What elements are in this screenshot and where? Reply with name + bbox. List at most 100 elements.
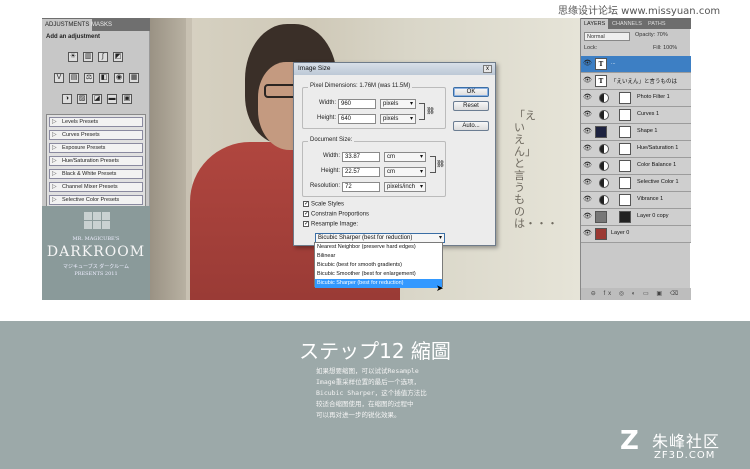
gradient-map-icon[interactable]: ▬ [107,94,117,104]
levels-icon[interactable]: ▥ [83,52,93,62]
layer-row[interactable]: 👁 Shape 1 [581,124,691,141]
tab-adjustments[interactable]: ADJUSTMENTS [42,19,93,31]
constrain-proportions-checkbox[interactable]: ✓ Constrain Proportions [303,211,369,218]
opacity-field[interactable]: Opacity: 70% [635,32,668,38]
auto-button[interactable]: Auto... [453,121,489,131]
dropdown-option-selected[interactable]: Bicubic Sharper (best for reduction) [315,279,442,288]
eye-icon[interactable]: 👁 [583,94,592,102]
dropdown-option[interactable]: Nearest Neighbor (preserve hard edges) [315,243,442,252]
height-input[interactable]: 640 [338,114,376,124]
darkroom-title: DARKROOM [46,244,146,260]
preset-item[interactable]: Hue/Saturation Presets [49,156,143,166]
fill-field[interactable]: Fill: 100% [653,45,677,51]
tab-masks[interactable]: MASKS [88,19,115,31]
close-icon[interactable]: x [483,65,492,73]
doc-height-input[interactable]: 22.57 [342,167,380,177]
preset-item[interactable]: Levels Presets [49,117,143,127]
reset-button[interactable]: Reset [453,101,489,111]
layer-row[interactable]: 👁 Curves 1 [581,107,691,124]
layer-name: Layer 0 [611,230,630,236]
layer-row[interactable]: 👁 T 「えいえん」と言うものは [581,73,691,90]
image-layer-thumbnail [595,228,607,240]
checkbox-box[interactable]: ✓ [303,211,309,217]
photo-filter-icon[interactable]: ◉ [114,73,124,83]
resolution-unit-select[interactable]: pixels/inch [384,182,426,192]
eye-icon[interactable]: 👁 [583,128,592,136]
dropdown-option[interactable]: Bicubic (best for smooth gradients) [315,261,442,270]
color-balance-icon[interactable]: ⚖ [84,73,94,83]
resolution-label: Resolution: [309,183,340,189]
site-logo: Z 朱峰社区 ZF3D.COM [620,424,748,468]
resample-image-checkbox[interactable]: ✓ Resample Image: [303,221,358,228]
layer-row[interactable]: 👁 Layer 0 [581,226,691,243]
eye-icon[interactable]: 👁 [583,145,592,153]
layers-tabs: LAYERS CHANNELS PATHS [581,18,691,29]
checkbox-box[interactable]: ✓ [303,201,309,207]
ok-button[interactable]: OK [453,87,489,97]
doc-width-label: Width: [322,153,340,159]
posterize-icon[interactable]: ▨ [77,94,87,104]
logo-en-text: ZF3D.COM [654,450,716,461]
dropdown-option[interactable]: Bicubic Smoother (best for enlargement) [315,270,442,279]
watermark-top: 思缘设计论坛 www.missyuan.com [558,6,721,17]
eye-icon[interactable]: 👁 [583,179,592,187]
preset-item[interactable]: Channel Mixer Presets [49,182,143,192]
resolution-input[interactable]: 72 [342,182,380,192]
layer-row[interactable]: 👁 T ... [581,56,691,73]
doc-width-input[interactable]: 33.87 [342,152,380,162]
preset-item[interactable]: Black & White Presets [49,169,143,179]
layer-name: Photo Filter 1 [637,94,670,100]
link-bracket [419,103,425,120]
layers-footer-icons[interactable]: ⊖ fx ◎ ◐ ▭ ▣ ⌫ [581,288,691,300]
description-line: Image重采样位置的最后一个选项， [316,378,421,386]
exposure-icon[interactable]: ◩ [113,52,123,62]
eye-icon[interactable]: 👁 [583,213,592,221]
dropdown-option[interactable]: Bilinear [315,252,442,261]
hue-saturation-icon[interactable]: ▤ [69,73,79,83]
selective-color-icon[interactable]: ▣ [122,94,132,104]
invert-icon[interactable]: ◑ [62,94,72,104]
eye-icon[interactable]: 👁 [583,60,592,68]
tab-paths[interactable]: PATHS [645,19,669,29]
black-white-icon[interactable]: ◧ [99,73,109,83]
width-unit-select[interactable]: pixels [380,99,416,109]
grid-logo-icon [93,212,101,220]
height-unit-select[interactable]: pixels [380,114,416,124]
resample-image-label: Resample Image: [311,221,359,228]
layer-row[interactable]: 👁 Hue/Saturation 1 [581,141,691,158]
curves-icon[interactable]: ∫ [98,52,108,62]
tab-layers[interactable]: LAYERS [581,19,609,29]
eye-icon[interactable]: 👁 [583,162,592,170]
preset-item[interactable]: Curves Presets [49,130,143,140]
layer-row[interactable]: 👁 Layer 0 copy [581,209,691,226]
layer-mask-thumbnail [619,194,631,206]
grid-logo-icon [102,221,110,229]
layer-name: Hue/Saturation 1 [637,145,679,151]
preset-item[interactable]: Selective Color Presets [49,195,143,205]
tab-channels[interactable]: CHANNELS [609,19,645,29]
checkbox-box[interactable]: ✓ [303,221,309,227]
scale-styles-checkbox[interactable]: ✓ Scale Styles [303,201,344,208]
layer-row[interactable]: 👁 Color Balance 1 [581,158,691,175]
layer-row[interactable]: 👁 Vibrance 1 [581,192,691,209]
channel-mixer-icon[interactable]: ▦ [129,73,139,83]
eye-icon[interactable]: 👁 [583,111,592,119]
doc-width-unit-select[interactable]: cm [384,152,426,162]
eye-icon[interactable]: 👁 [583,230,592,238]
width-input[interactable]: 960 [338,99,376,109]
dialog-title: Image Size [294,63,495,75]
blend-mode-select[interactable]: Normal [584,32,630,41]
layer-mask-thumbnail [619,160,631,172]
vibrance-icon[interactable]: V [54,73,64,83]
darkroom-line1: MR. MAGICUBE'S [72,236,120,242]
doc-height-unit-select[interactable]: cm [384,167,426,177]
eye-icon[interactable]: 👁 [583,77,592,85]
adjustment-layer-icon [599,110,609,120]
preset-item[interactable]: Exposure Presets [49,143,143,153]
layer-row[interactable]: 👁 Selective Color 1 [581,175,691,192]
brightness-icon[interactable]: ☀ [68,52,78,62]
eye-icon[interactable]: 👁 [583,196,592,204]
threshold-icon[interactable]: ◪ [92,94,102,104]
layers-panel: LAYERS CHANNELS PATHS Normal Opacity: 70… [580,18,691,300]
layer-row[interactable]: 👁 Photo Filter 1 [581,90,691,107]
